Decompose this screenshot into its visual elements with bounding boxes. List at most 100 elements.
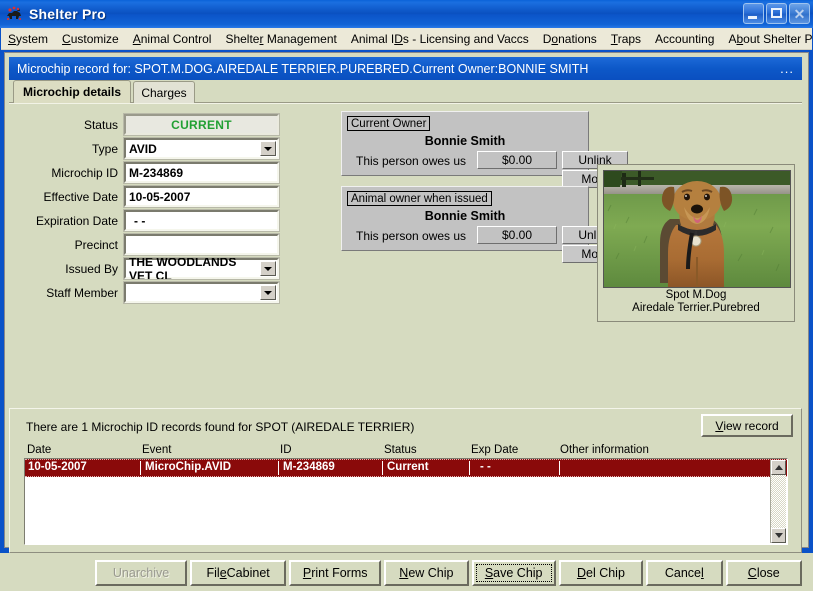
menu-item-system[interactable]: System (1, 30, 55, 48)
minimize-button[interactable] (743, 3, 764, 24)
tab-strip: Microchip details Charges (9, 80, 802, 103)
current-owner-owes-amount: $0.00 (477, 151, 557, 169)
menu-item-traps[interactable]: Traps (604, 30, 648, 48)
scroll-down-icon[interactable] (771, 528, 786, 543)
field-row-issued-by: Issued By THE WOODLANDS VET CL (9, 255, 280, 283)
records-grid-header: Date Event ID Status Exp Date Other info… (24, 444, 788, 458)
tab-microchip-details[interactable]: Microchip details (13, 80, 131, 103)
unarchive-button: Unarchive (95, 560, 188, 586)
staff-member-combo[interactable] (123, 281, 280, 304)
label-precinct: Precinct (74, 237, 118, 252)
field-row-precinct: Precinct (9, 233, 280, 256)
records-grid: Date Event ID Status Exp Date Other info… (24, 444, 788, 545)
menu-item-shelter-management[interactable]: Shelter Management (218, 30, 343, 48)
current-owner-name: Bonnie Smith (424, 134, 506, 148)
close-button-bottom[interactable]: Close (725, 560, 802, 586)
photo-caption-line1: Spot M.Dog (665, 289, 727, 301)
cell-id: M-234869 (278, 461, 382, 475)
menu-item-animal-ids[interactable]: Animal IDs - Licensing and Vaccs (344, 30, 536, 48)
dialog-client-area: Microchip record for: SPOT.M.DOG.AIREDAL… (4, 52, 809, 591)
action-button-bar: Unarchive Fil e Cabinet Print Forms New C… (9, 555, 802, 591)
records-panel: There are 1 Microchip ID records found f… (9, 408, 802, 553)
cell-other (559, 461, 771, 475)
grid-vertical-scrollbar[interactable] (770, 460, 786, 543)
owner-when-issued-owes-amount: $0.00 (477, 226, 557, 244)
menu-item-animal-control[interactable]: Animal Control (126, 30, 219, 48)
records-grid-body[interactable]: 10-05-2007 MicroChip.AVID M-234869 Curre… (24, 458, 788, 545)
type-combo[interactable]: AVID (123, 137, 280, 160)
owner-when-issued-owes-label: This person owes us (356, 229, 467, 243)
menu-bar: System Customize Animal Control Shelter … (1, 28, 813, 50)
window-controls: ✕ (743, 3, 810, 24)
expiration-date-input[interactable]: - - (123, 209, 280, 232)
records-count-message: There are 1 Microchip ID records found f… (26, 420, 415, 434)
microchip-id-input[interactable]: M-234869 (123, 161, 280, 184)
close-button[interactable]: ✕ (789, 3, 810, 24)
field-row-type: Type AVID (9, 137, 280, 160)
dialog-overflow-indicator[interactable]: ... (780, 61, 794, 76)
status-value: CURRENT (123, 113, 280, 136)
view-record-button[interactable]: View record (701, 414, 793, 437)
window-titlebar[interactable]: Shelter Pro ✕ (0, 0, 813, 28)
column-header-event[interactable]: Event (142, 444, 171, 456)
field-row-effective-date: Effective Date 10-05-2007 (9, 185, 280, 208)
label-staff-member: Staff Member (46, 285, 118, 300)
new-chip-button[interactable]: New Chip (384, 560, 469, 586)
label-microchip-id: Microchip ID (51, 165, 118, 180)
field-row-status: Status CURRENT (9, 113, 280, 136)
dialog-header: Microchip record for: SPOT.M.DOG.AIREDAL… (9, 57, 802, 80)
column-header-other[interactable]: Other information (560, 444, 649, 456)
column-header-status[interactable]: Status (384, 444, 417, 456)
label-type: Type (91, 141, 118, 156)
issued-by-combo-value: THE WOODLANDS VET CL (129, 254, 237, 283)
label-expiration-date: Expiration Date (35, 213, 118, 228)
cell-date: 10-05-2007 (28, 461, 87, 473)
current-owner-panel: Current Owner Bonnie Smith This person o… (341, 111, 628, 188)
cell-event: MicroChip.AVID (140, 461, 278, 475)
label-effective-date: Effective Date (43, 189, 118, 204)
effective-date-input[interactable]: 10-05-2007 (123, 185, 280, 208)
dog-icon (4, 4, 24, 24)
animal-photo-caption: Spot M.Dog Airedale Terrier.Purebred (598, 289, 794, 315)
cell-exp-date: - - (469, 461, 559, 475)
photo-caption-line2: Airedale Terrier.Purebred (632, 302, 760, 314)
cancel-button[interactable]: Cance l (646, 560, 723, 586)
scroll-up-icon[interactable] (771, 460, 786, 475)
cell-status: Current (382, 461, 469, 475)
dialog-header-text: Microchip record for: SPOT.M.DOG.AIREDAL… (17, 61, 589, 76)
column-header-id[interactable]: ID (280, 444, 292, 456)
current-owner-owes-label: This person owes us (356, 154, 467, 168)
owner-when-issued-name: Bonnie Smith (424, 209, 506, 223)
issued-by-combo[interactable]: THE WOODLANDS VET CL (123, 255, 280, 283)
application-window: Shelter Pro ✕ System Customize Animal Co… (0, 0, 813, 591)
save-chip-button[interactable]: Save Chip (471, 560, 556, 586)
field-row-expiration-date: Expiration Date - - (9, 209, 280, 232)
chevron-down-icon[interactable] (260, 285, 276, 300)
menu-item-donations[interactable]: Donations (536, 30, 604, 48)
current-owner-legend: Current Owner (347, 116, 431, 131)
precinct-input[interactable] (123, 233, 280, 256)
tab-charges[interactable]: Charges (133, 81, 195, 103)
table-row[interactable]: 10-05-2007 MicroChip.AVID M-234869 Curre… (25, 459, 787, 477)
del-chip-button[interactable]: Del Chip (558, 560, 644, 586)
menu-item-accounting[interactable]: Accounting (648, 30, 721, 48)
owner-when-issued-panel: Animal owner when issued Bonnie Smith Th… (341, 186, 628, 263)
animal-photo[interactable] (603, 170, 791, 288)
label-status: Status (83, 117, 118, 132)
chevron-down-icon[interactable] (260, 141, 276, 156)
print-forms-button[interactable]: Print Forms (289, 560, 382, 586)
maximize-button[interactable] (766, 3, 787, 24)
window-title: Shelter Pro (29, 6, 106, 22)
type-combo-value: AVID (129, 141, 157, 156)
field-row-staff-member: Staff Member (9, 281, 280, 304)
menu-item-about[interactable]: About Shelter Pro (721, 30, 813, 48)
label-issued-by: Issued By (65, 261, 118, 276)
menu-item-customize[interactable]: Customize (55, 30, 126, 48)
animal-photo-panel: Spot M.Dog Airedale Terrier.Purebred (597, 164, 795, 322)
chevron-down-icon[interactable] (260, 261, 276, 276)
column-header-exp-date[interactable]: Exp Date (471, 444, 518, 456)
field-row-microchip-id: Microchip ID M-234869 (9, 161, 280, 184)
owner-when-issued-legend: Animal owner when issued (347, 191, 492, 206)
column-header-date[interactable]: Date (27, 444, 51, 456)
file-cabinet-button[interactable]: Fil e Cabinet (190, 560, 287, 586)
